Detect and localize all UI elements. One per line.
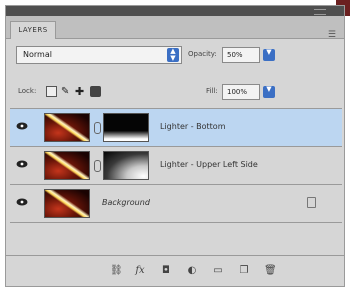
layer-name[interactable]: Lighter - Upper Left Side <box>160 160 258 169</box>
tab-layers[interactable]: LAYERS <box>10 21 56 39</box>
fill-dropdown-icon[interactable]: ▼ <box>263 86 275 98</box>
visibility-eye-icon[interactable] <box>16 122 28 130</box>
layer-style-icon[interactable]: fx <box>134 265 146 277</box>
adjustment-layer-icon[interactable]: ◐ <box>186 265 198 277</box>
collapse-grip-icon[interactable] <box>314 9 326 15</box>
lock-position-icon[interactable]: ✚ <box>75 86 86 97</box>
mask-link-icon[interactable] <box>94 160 101 172</box>
opacity-field[interactable]: 50% ▼ <box>222 47 275 63</box>
fill-label: Fill: <box>206 87 218 95</box>
visibility-eye-icon[interactable] <box>16 160 28 168</box>
opacity-value: 50% <box>227 51 243 59</box>
blend-mode-arrows-icon[interactable]: ▲ ▼ <box>167 48 179 62</box>
opacity-dropdown-icon[interactable]: ▼ <box>263 49 275 61</box>
panel-tabbar: LAYERS ☰ <box>6 16 344 40</box>
layer-name[interactable]: Background <box>102 198 150 207</box>
layers-list: Lighter - Bottom Lighter - Upper Left Si… <box>10 108 342 257</box>
blend-mode-value: Normal <box>23 50 52 59</box>
mask-link-icon[interactable] <box>94 122 101 134</box>
layer-thumbnail <box>44 189 90 218</box>
fill-value: 100% <box>227 88 248 96</box>
layer-thumbnail <box>44 113 90 142</box>
new-layer-icon[interactable]: ❐ <box>238 265 250 277</box>
group-folder-icon[interactable]: ▭ <box>212 265 224 277</box>
panel-footer: ⛓ fx ◘ ◐ ▭ ❐ 🗑 <box>6 255 344 286</box>
link-layers-icon[interactable]: ⛓ <box>110 265 123 277</box>
blend-mode-select[interactable]: Normal ▲ ▼ <box>16 46 182 64</box>
panel-titlebar[interactable] <box>6 6 344 16</box>
add-mask-icon[interactable]: ◘ <box>160 265 172 277</box>
background-lock-icon <box>307 197 316 208</box>
opacity-label: Opacity: <box>188 50 217 58</box>
layer-row-lighter-bottom[interactable]: Lighter - Bottom <box>10 109 342 147</box>
trash-icon[interactable]: 🗑 <box>264 265 277 277</box>
layer-row-lighter-upper-left[interactable]: Lighter - Upper Left Side <box>10 147 342 185</box>
layer-thumbnail <box>44 151 90 180</box>
lock-paint-icon[interactable]: ✎ <box>61 86 72 97</box>
lock-all-icon[interactable] <box>90 86 101 97</box>
lock-label: Lock: <box>18 87 37 95</box>
layer-row-background[interactable]: Background <box>10 185 342 223</box>
lock-transparent-icon[interactable] <box>46 86 57 97</box>
visibility-eye-icon[interactable] <box>16 198 28 206</box>
layer-name[interactable]: Lighter - Bottom <box>160 122 226 131</box>
layers-panel: LAYERS ☰ Normal ▲ ▼ Opacity: 50% ▼ Lock: … <box>5 5 345 287</box>
panel-menu-icon[interactable]: ☰ <box>328 30 336 40</box>
layer-mask-thumbnail[interactable] <box>103 113 149 142</box>
layer-mask-thumbnail[interactable] <box>103 151 149 180</box>
fill-field[interactable]: 100% ▼ <box>222 84 275 100</box>
